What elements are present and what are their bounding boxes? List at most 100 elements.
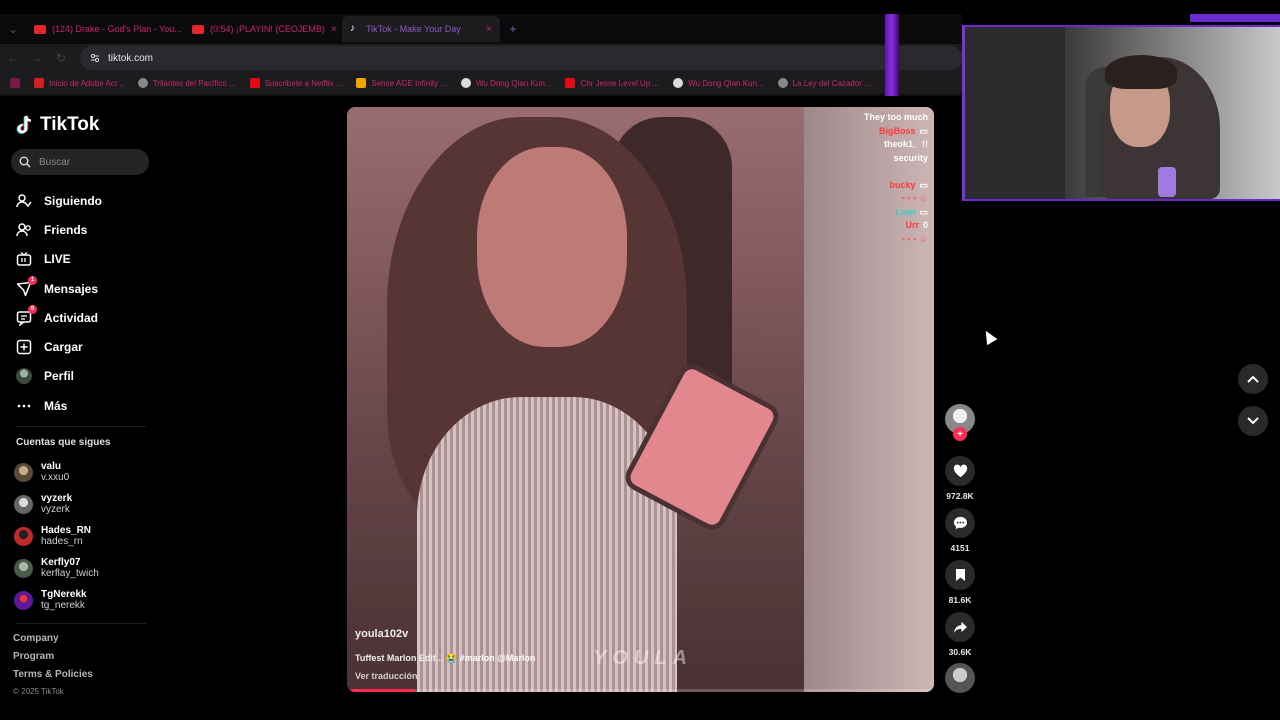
bookmark-icon bbox=[460, 78, 471, 88]
url-text: tiktok.com bbox=[108, 52, 154, 64]
comment-button[interactable] bbox=[945, 508, 975, 538]
search-input[interactable]: Buscar bbox=[11, 149, 149, 175]
bookmark-item[interactable]: Wu Dong Qian Kun... bbox=[673, 78, 764, 88]
forward-icon[interactable]: → bbox=[26, 47, 48, 69]
chat-line: security bbox=[864, 152, 928, 166]
browser-tab-1[interactable]: (124) Drake - God's Plan - You... × bbox=[26, 16, 184, 42]
chat-user: Lewi bbox=[895, 206, 916, 217]
footer-company-link[interactable]: Company bbox=[13, 633, 93, 651]
chat-line: ▪ ▪ ▪ ☺ bbox=[901, 233, 928, 244]
more-icon bbox=[16, 398, 32, 414]
divider bbox=[16, 623, 146, 624]
bookmark-item[interactable]: Trilantes del Pacífico ... bbox=[137, 78, 236, 88]
tiktok-logo[interactable]: TikTok bbox=[16, 114, 99, 136]
following-item[interactable]: Hades_RN hades_rn bbox=[14, 520, 154, 552]
chat-user: Urr bbox=[905, 220, 919, 230]
heart-icon bbox=[953, 464, 967, 478]
search-icon bbox=[19, 156, 31, 168]
following-item[interactable]: TgNerekk tg_nerekk bbox=[14, 584, 154, 616]
following-item[interactable]: Kerfly07 kerflay_twich bbox=[14, 552, 154, 584]
bookmark-icon bbox=[249, 78, 260, 88]
nav-friends[interactable]: Friends bbox=[16, 215, 156, 244]
music-disc-avatar[interactable] bbox=[945, 663, 975, 693]
stream-overlay-glow bbox=[885, 14, 899, 96]
browser-tab-3[interactable]: ♪ TikTok - Make Your Day × bbox=[342, 16, 500, 42]
bookmark-label: Suscribete a Netflix ... bbox=[264, 78, 343, 88]
stream-overlay-bar bbox=[1190, 14, 1280, 22]
main-nav: Siguiendo Friends LIVE 1 Mensajes 6 Acti… bbox=[16, 186, 156, 420]
nav-mas[interactable]: Más bbox=[16, 391, 156, 420]
nav-actividad[interactable]: 6 Actividad bbox=[16, 303, 156, 332]
nav-mensajes[interactable]: 1 Mensajes bbox=[16, 274, 156, 303]
bookmark-label: Wu Dong Qian Kun... bbox=[688, 78, 764, 88]
messages-icon: 1 bbox=[16, 275, 37, 297]
back-icon[interactable]: ← bbox=[2, 47, 24, 69]
share-count: 30.6K bbox=[948, 647, 972, 657]
bookmark-item[interactable]: La Ley del Cazador ... bbox=[777, 78, 871, 88]
nav-siguiendo[interactable]: Siguiendo bbox=[16, 186, 156, 215]
caption-hashtags[interactable]: #marlon @Marlon bbox=[460, 653, 536, 663]
creator-avatar[interactable]: + bbox=[945, 404, 975, 441]
translate-link[interactable]: Ver traducción bbox=[355, 671, 418, 681]
footer-copyright: © 2025 TikTok bbox=[13, 687, 64, 696]
share-icon bbox=[953, 621, 967, 633]
nav-label: Mensajes bbox=[44, 281, 99, 296]
avatar bbox=[14, 558, 33, 578]
bookmark-item[interactable]: Suscribete a Netflix ... bbox=[249, 78, 343, 88]
video-player[interactable]: They too much BigBoss ▭ theok1_!! securit… bbox=[347, 107, 934, 692]
apps-icon[interactable] bbox=[10, 78, 20, 88]
nav-label: Siguiendo bbox=[44, 193, 102, 208]
footer-terms-link[interactable]: Terms & Policies bbox=[13, 669, 93, 687]
footer-program-link[interactable]: Program bbox=[13, 651, 93, 669]
video-progress-bar[interactable] bbox=[351, 689, 930, 692]
following-item[interactable]: valu v.xxu0 bbox=[14, 456, 154, 488]
chat-line: Urr 0 bbox=[864, 219, 928, 233]
nav-label: Perfil bbox=[44, 369, 75, 384]
bookmark-icon bbox=[955, 569, 965, 581]
messages-badge: 1 bbox=[28, 275, 37, 285]
tab-search-icon[interactable]: ⌄ bbox=[0, 16, 26, 42]
browser-tab-2[interactable]: (0:54) ¡PLAYIN! (CEOJEMB) × bbox=[184, 16, 342, 42]
comment-count: 4151 bbox=[950, 543, 970, 553]
bookmark-item[interactable]: Wu Dong Qian Kun... bbox=[460, 78, 551, 88]
bookmark-icon bbox=[565, 78, 576, 88]
bookmark-item[interactable]: Chr Jesse Level Up ... bbox=[565, 78, 659, 88]
following-item[interactable]: vyzerk vyzerk bbox=[14, 488, 154, 520]
share-action: 30.6K bbox=[940, 612, 980, 659]
reload-icon[interactable]: ↻ bbox=[50, 47, 72, 69]
following-name: Hades_RN bbox=[41, 525, 92, 536]
nav-perfil[interactable]: Perfil bbox=[16, 362, 156, 391]
new-tab-icon[interactable]: + bbox=[500, 16, 526, 42]
nav-label: Friends bbox=[44, 222, 88, 237]
previous-video-button[interactable] bbox=[1238, 364, 1268, 394]
tab-strip: ⌄ (124) Drake - God's Plan - You... × (0… bbox=[0, 14, 962, 44]
next-video-button[interactable] bbox=[1238, 406, 1268, 436]
bookmark-item[interactable]: Inicio de Adobe Acr... bbox=[34, 78, 124, 88]
chat-line: theok1_!! bbox=[864, 138, 928, 152]
tiktok-note-icon bbox=[16, 115, 32, 134]
nav-live[interactable]: LIVE bbox=[16, 245, 156, 274]
bookmark-item[interactable]: Sense AGE Infinity ... bbox=[356, 78, 447, 88]
chat-line: They too much bbox=[864, 111, 928, 125]
follow-plus-icon[interactable]: + bbox=[953, 427, 967, 441]
close-tab-icon[interactable]: × bbox=[331, 24, 337, 35]
video-progress-fill bbox=[351, 689, 415, 692]
video-author[interactable]: youla102v bbox=[355, 628, 408, 640]
chat-text: They too much bbox=[863, 112, 928, 122]
chat-user: BigBoss bbox=[878, 125, 916, 136]
address-bar[interactable]: tiktok.com bbox=[80, 46, 962, 70]
following-username: v.xxu0 bbox=[41, 472, 70, 483]
nav-cargar[interactable]: Cargar bbox=[16, 332, 156, 361]
site-info-icon[interactable] bbox=[90, 53, 100, 63]
share-button[interactable] bbox=[945, 612, 975, 642]
bookmark-label: La Ley del Cazador ... bbox=[792, 78, 871, 88]
following-username: hades_rn bbox=[41, 536, 83, 547]
following-name: TgNerekk bbox=[41, 589, 87, 600]
save-button[interactable] bbox=[945, 560, 975, 590]
like-count: 972.8K bbox=[946, 491, 974, 501]
like-button[interactable] bbox=[945, 456, 975, 486]
close-tab-icon[interactable]: × bbox=[486, 24, 492, 35]
comment-action: 4151 bbox=[940, 508, 980, 555]
bookmark-label: Inicio de Adobe Acr... bbox=[49, 78, 124, 88]
youtube-icon bbox=[34, 24, 46, 34]
